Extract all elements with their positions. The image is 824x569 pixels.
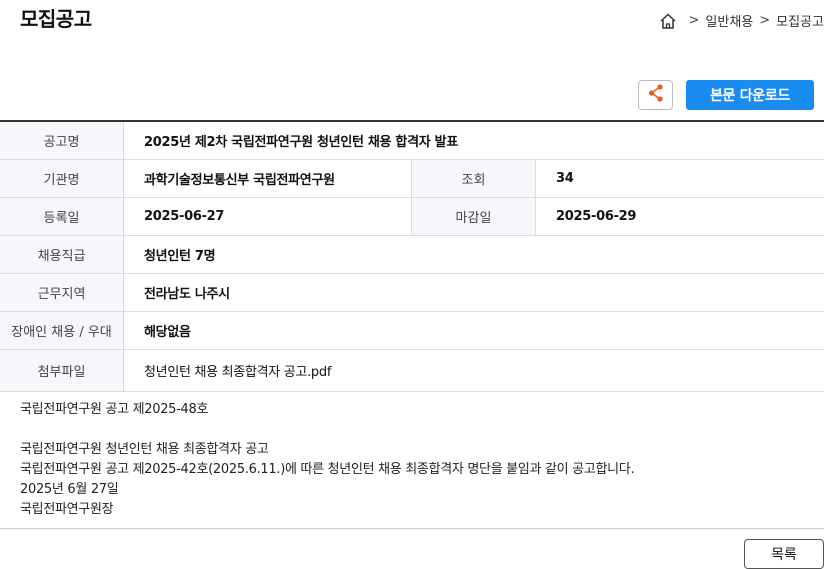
value-title: 2025년 제2차 국립전파연구원 청년인턴 채용 합격자 발표 (144, 135, 458, 150)
page-title: 모집공고 (20, 7, 92, 31)
value-deadline: 2025-06-29 (556, 209, 637, 224)
row-org: 기관명 과학기술정보통신부 국립전파연구원 조회 34 (0, 160, 824, 198)
breadcrumb-separator: > (759, 13, 771, 28)
label-attachment: 첨부파일 (0, 350, 124, 391)
label-reg-date: 등록일 (0, 198, 124, 235)
list-button[interactable]: 목록 (744, 539, 824, 569)
value-region: 전라남도 나주시 (144, 287, 230, 302)
body-line: 국립전파연구원장 (20, 502, 114, 517)
download-body-button[interactable]: 본문 다운로드 (686, 80, 814, 110)
value-position: 청년인턴 7명 (144, 249, 216, 264)
share-icon (647, 83, 665, 107)
body-line: 2025년 6월 27일 (20, 482, 119, 497)
value-org: 과학기술정보통신부 국립전파연구원 (124, 160, 412, 197)
value-reg-date: 2025-06-27 (124, 198, 412, 235)
value-views: 34 (556, 171, 574, 186)
row-dates: 등록일 2025-06-27 마감일 2025-06-29 (0, 198, 824, 236)
label-org: 기관명 (0, 160, 124, 197)
label-region: 근무지역 (0, 274, 124, 311)
body-line: 국립전파연구원 청년인턴 채용 최종합격자 공고 (20, 442, 269, 457)
breadcrumb-separator: > (688, 13, 700, 28)
body-line: 국립전파연구원 공고 제2025-42호(2025.6.11.)에 따른 청년인… (20, 462, 635, 477)
row-disability: 장애인 채용 / 우대 해당없음 (0, 312, 824, 350)
body-line: 국립전파연구원 공고 제2025-48호 (20, 402, 209, 417)
row-position: 채용직급 청년인턴 7명 (0, 236, 824, 274)
breadcrumb-item-recruit-notice[interactable]: 모집공고 (776, 11, 824, 30)
divider (0, 528, 824, 529)
row-title: 공고명 2025년 제2차 국립전파연구원 청년인턴 채용 합격자 발표 (0, 122, 824, 160)
body-blank-line (20, 420, 810, 440)
value-disability: 해당없음 (144, 325, 191, 340)
share-button[interactable] (638, 80, 673, 110)
home-icon[interactable] (659, 12, 677, 30)
row-region: 근무지역 전라남도 나주시 (0, 274, 824, 312)
label-views: 조회 (412, 160, 536, 197)
breadcrumb: > 일반채용 > 모집공고 (659, 11, 824, 30)
attachment-file-link[interactable]: 청년인턴 채용 최종합격자 공고.pdf (124, 350, 824, 391)
label-position: 채용직급 (0, 236, 124, 273)
notice-info-table: 공고명 2025년 제2차 국립전파연구원 청년인턴 채용 합격자 발표 기관명… (0, 120, 824, 392)
label-deadline: 마감일 (412, 198, 536, 235)
notice-body: 국립전파연구원 공고 제2025-48호 국립전파연구원 청년인턴 채용 최종합… (20, 400, 810, 520)
row-attachment: 첨부파일 청년인턴 채용 최종합격자 공고.pdf (0, 350, 824, 392)
label-title: 공고명 (0, 122, 124, 159)
breadcrumb-item-general-recruit[interactable]: 일반채용 (705, 11, 753, 30)
label-disability: 장애인 채용 / 우대 (0, 312, 124, 349)
